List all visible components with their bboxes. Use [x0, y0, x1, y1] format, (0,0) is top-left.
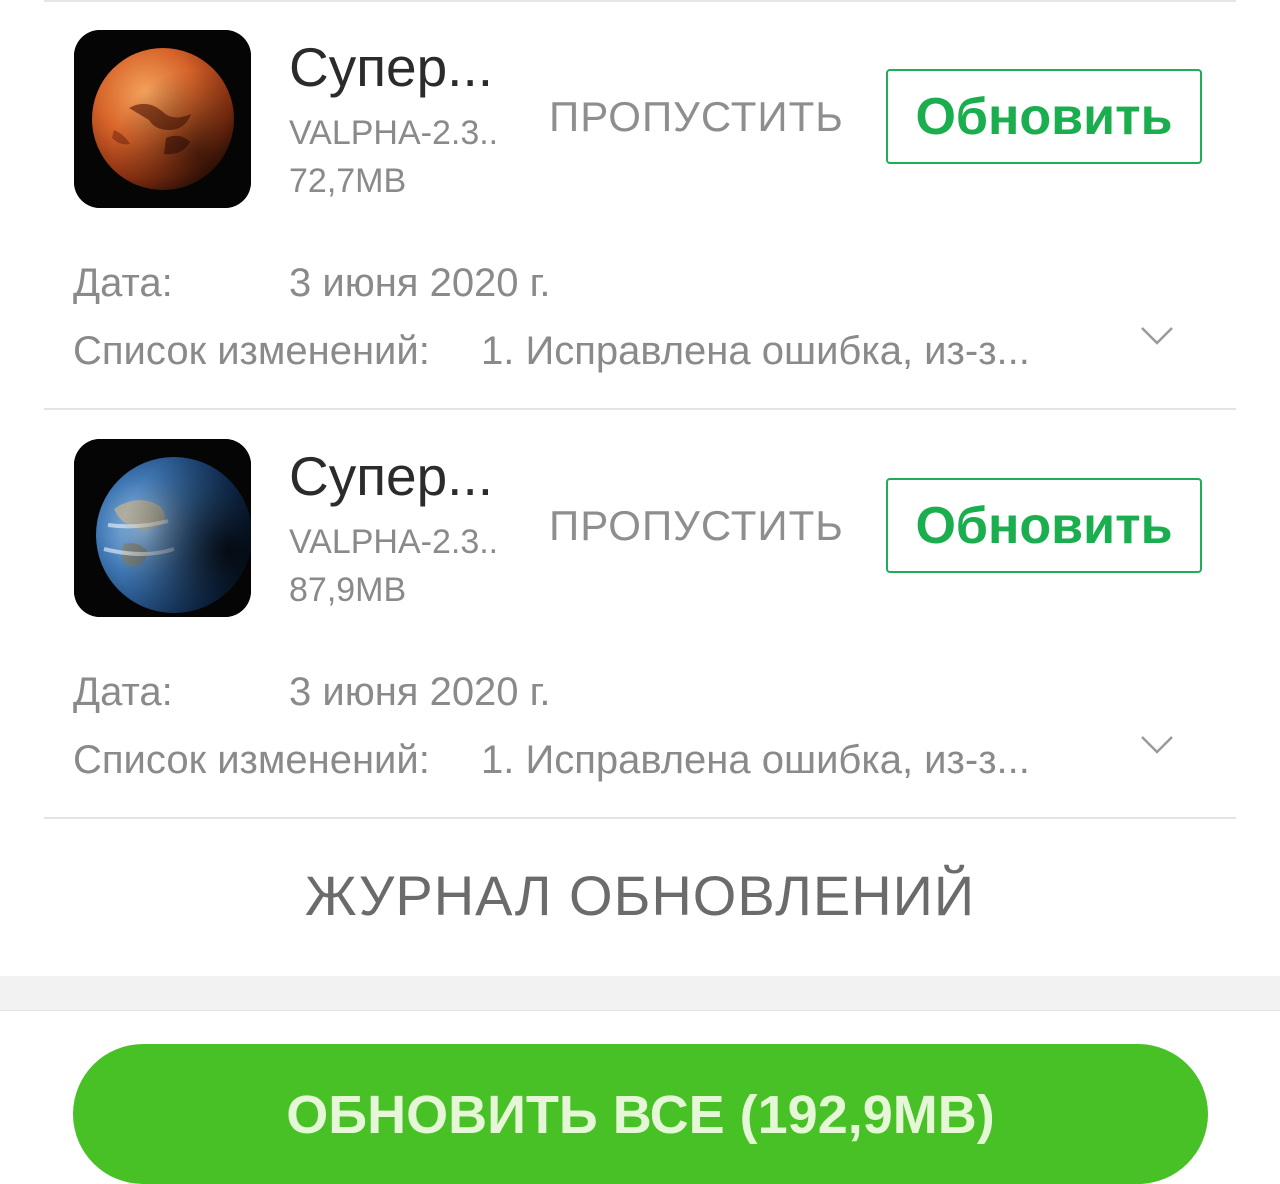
skip-button[interactable]: ПРОПУСТИТЬ	[549, 505, 844, 547]
date-label: Дата:	[73, 261, 173, 305]
changelog-value: 1. Исправлена ошибка, из-з...	[481, 738, 1030, 782]
app-version: VALPHA-2.3..	[289, 114, 499, 152]
update-button[interactable]: Обновить	[886, 478, 1202, 573]
update-item: Супер... VALPHA-2.3.. 72,7MB ПРОПУСТИТЬ …	[0, 0, 1280, 410]
changelog-label: Список изменений:	[73, 738, 430, 782]
item-divider	[44, 817, 1236, 819]
update-button[interactable]: Обновить	[886, 69, 1202, 164]
app-size: 72,7MB	[289, 162, 407, 200]
app-version: VALPHA-2.3..	[289, 523, 499, 561]
update-item: Супер... VALPHA-2.3.. 87,9MB ПРОПУСТИТЬ …	[0, 409, 1280, 819]
date-value: 3 июня 2020 г.	[289, 670, 551, 714]
app-name: Супер...	[289, 36, 494, 98]
app-name: Супер...	[289, 445, 494, 507]
chevron-down-icon[interactable]	[1140, 324, 1174, 348]
update-journal-link[interactable]: ЖУРНАЛ ОБНОВЛЕНИЙ	[0, 868, 1280, 924]
mars-wallpaper-icon	[74, 30, 251, 208]
chevron-down-icon[interactable]	[1140, 733, 1174, 757]
date-value: 3 июня 2020 г.	[289, 261, 551, 305]
earth-wallpaper-icon	[74, 439, 251, 617]
app-size: 87,9MB	[289, 571, 407, 609]
changelog-value: 1. Исправлена ошибка, из-з...	[481, 329, 1030, 373]
changelog-label: Список изменений:	[73, 329, 430, 373]
section-divider	[0, 976, 1280, 1011]
skip-button[interactable]: ПРОПУСТИТЬ	[549, 96, 844, 138]
date-label: Дата:	[73, 670, 173, 714]
update-all-button[interactable]: ОБНОВИТЬ ВСЕ (192,9MB)	[73, 1044, 1208, 1184]
